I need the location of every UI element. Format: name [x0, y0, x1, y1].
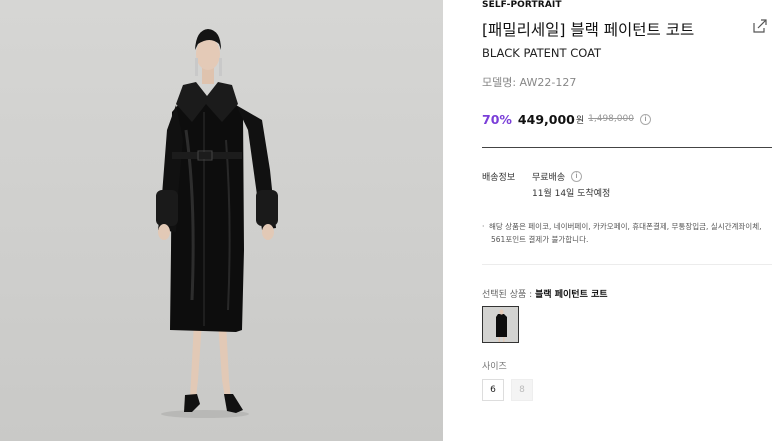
info-icon[interactable]: i [571, 171, 583, 182]
thumbnail-figure [496, 309, 507, 342]
notice-line-2: 561포인트 결제가 불가합니다. [491, 235, 589, 244]
option-thumbnail[interactable] [482, 306, 519, 343]
shipping-label: 배송정보 [482, 173, 516, 183]
shipping-free-text: 무료배송 [532, 173, 566, 183]
size-option-8: 8 [511, 379, 533, 401]
brand-name[interactable]: SELF-PORTRAIT [482, 0, 562, 10]
selected-product-label: 선택된 상품 : [482, 290, 533, 300]
shipping-value: 무료배송 i [532, 170, 583, 183]
share-icon[interactable] [752, 18, 768, 34]
price-row: 70% 449,000 원 1,498,000 i [482, 110, 651, 128]
sale-price: 449,000 [517, 111, 575, 127]
info-icon[interactable]: i [639, 113, 651, 125]
product-info-panel: SELF-PORTRAIT [패밀리세일] 블랙 페이턴트 코트 BLACK P… [482, 0, 773, 441]
size-option-6[interactable]: 6 [482, 379, 504, 401]
product-main-image [0, 0, 443, 441]
section-divider [482, 264, 772, 265]
arrival-date: 11월 14일 도착예정 [532, 189, 611, 199]
discount-rate: 70% [482, 111, 512, 127]
section-divider [482, 147, 772, 148]
selected-product-name: 블랙 페이턴트 코트 [535, 290, 608, 300]
size-label: 사이즈 [482, 362, 507, 372]
model-figure [156, 29, 278, 418]
product-title: [패밀리세일] 블랙 페이턴트 코트 [482, 21, 695, 39]
notice-bullet: · [482, 222, 485, 231]
model-number: 모델명: AW22-127 [482, 76, 577, 89]
original-price: 1,498,000 [588, 114, 634, 124]
notice-line-1: 해당 상품은 페이코, 네이버페이, 카카오페이, 휴대폰결제, 무통장입금, … [489, 222, 762, 231]
product-english-name: BLACK PATENT COAT [482, 46, 602, 60]
currency-label: 원 [575, 115, 585, 126]
selected-product: 선택된 상품 : 블랙 페이턴트 코트 [482, 287, 608, 300]
